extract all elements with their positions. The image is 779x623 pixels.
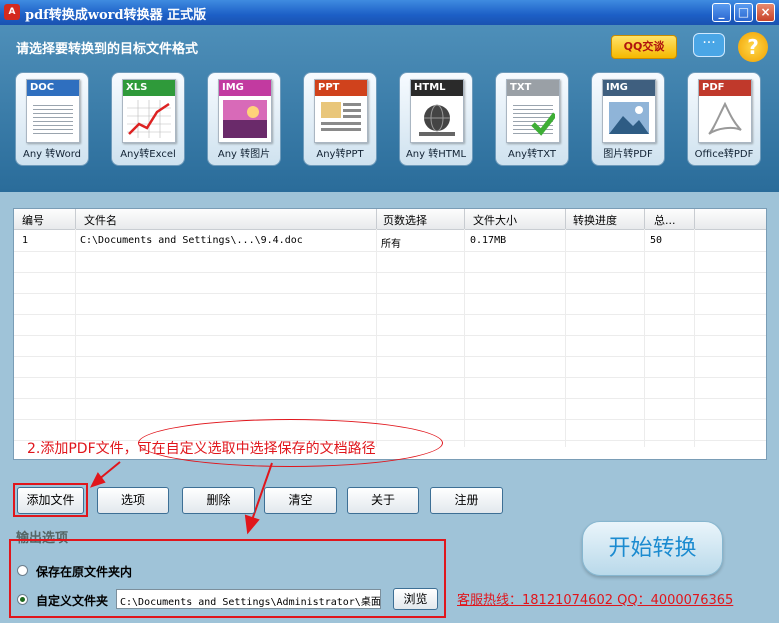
start-convert-button[interactable]: 开始转换 [582,521,723,576]
cell-total: 50 [650,235,663,246]
maximize-button[interactable]: □ [734,3,753,22]
save-original-label[interactable]: 保存在原文件夹内 [36,563,132,580]
tool-any-to-txt[interactable]: TXT Any转TXT [495,72,569,166]
tool-any-to-html[interactable]: HTML Any 转HTML [399,72,473,166]
clear-button[interactable]: 清空 [264,487,337,514]
cell-pages[interactable]: 所有 [381,235,401,250]
support-hotline-link[interactable]: 客服热线：18121074602 QQ：4000076365 [457,589,733,608]
column-header-filename[interactable]: 文件名 [84,212,117,228]
column-header-pages[interactable]: 页数选择 [383,212,427,228]
tool-office-to-pdf[interactable]: PDF Office转PDF [687,72,761,166]
annotation-text: 2.添加PDF文件，可在自定义选取中选择保存的文档路径 [27,441,376,457]
help-icon[interactable]: ? [738,32,768,62]
ppt-doc-icon: PPT [314,79,368,143]
delete-button[interactable]: 删除 [182,487,255,514]
word-doc-icon: DOC [26,79,80,143]
window-title: pdf转换成word转换器 正式版 [25,8,207,23]
chat-bubble-icon[interactable]: ··· [693,33,725,57]
tool-label: Any 转Word [23,149,81,160]
excel-doc-icon: XLS [122,79,176,143]
app-logo-icon: A [4,4,20,20]
custom-folder-radio[interactable] [17,594,28,605]
minimize-button[interactable]: _ [712,3,731,22]
about-button[interactable]: 关于 [347,487,419,514]
image-doc-icon: IMG [218,79,272,143]
tool-label: Any转PPT [316,149,364,160]
tool-any-to-ppt[interactable]: PPT Any转PPT [303,72,377,166]
options-button[interactable]: 选项 [97,487,169,514]
browse-button[interactable]: 浏览 [393,588,438,610]
cell-index: 1 [22,235,29,246]
txt-doc-icon: TXT [506,79,560,143]
save-original-radio[interactable] [17,565,28,576]
qq-chat-button[interactable]: QQ交谈 [611,35,677,59]
image-pdf-doc-icon: IMG [602,79,656,143]
pdf-doc-icon: PDF [698,79,752,143]
tool-label: Any转TXT [508,149,556,160]
table-header: 编号 文件名 页数选择 文件大小 转换进度 总... [14,209,766,230]
column-header-index[interactable]: 编号 [22,212,44,228]
tool-any-to-excel[interactable]: XLS Any转Excel [111,72,185,166]
tool-label: Office转PDF [694,149,754,160]
output-path-input[interactable]: C:\Documents and Settings\Administrator\… [116,589,381,609]
column-header-total[interactable]: 总... [654,212,676,228]
cell-filename: C:\Documents and Settings\...\9.4.doc [80,235,303,246]
tool-label: 图片转PDF [603,149,653,160]
html-doc-icon: HTML [410,79,464,143]
qq-chat-label: QQ交谈 [623,40,665,53]
close-button[interactable]: × [756,3,775,22]
tool-label: Any转Excel [120,149,176,160]
tool-any-to-image[interactable]: IMG Any 转图片 [207,72,281,166]
tool-label: Any 转图片 [217,149,271,160]
tool-image-to-pdf[interactable]: IMG 图片转PDF [591,72,665,166]
tool-label: Any 转HTML [405,149,467,160]
toolbar-prompt: 请选择要转换到的目标文件格式 [16,42,199,57]
custom-folder-label[interactable]: 自定义文件夹 [36,592,108,609]
column-header-size[interactable]: 文件大小 [473,212,517,228]
column-header-progress[interactable]: 转换进度 [573,212,617,228]
register-button[interactable]: 注册 [430,487,503,514]
tool-any-to-word[interactable]: DOC Any 转Word [15,72,89,166]
add-file-button[interactable]: 添加文件 [17,487,84,514]
cell-size: 0.17MB [470,235,507,246]
